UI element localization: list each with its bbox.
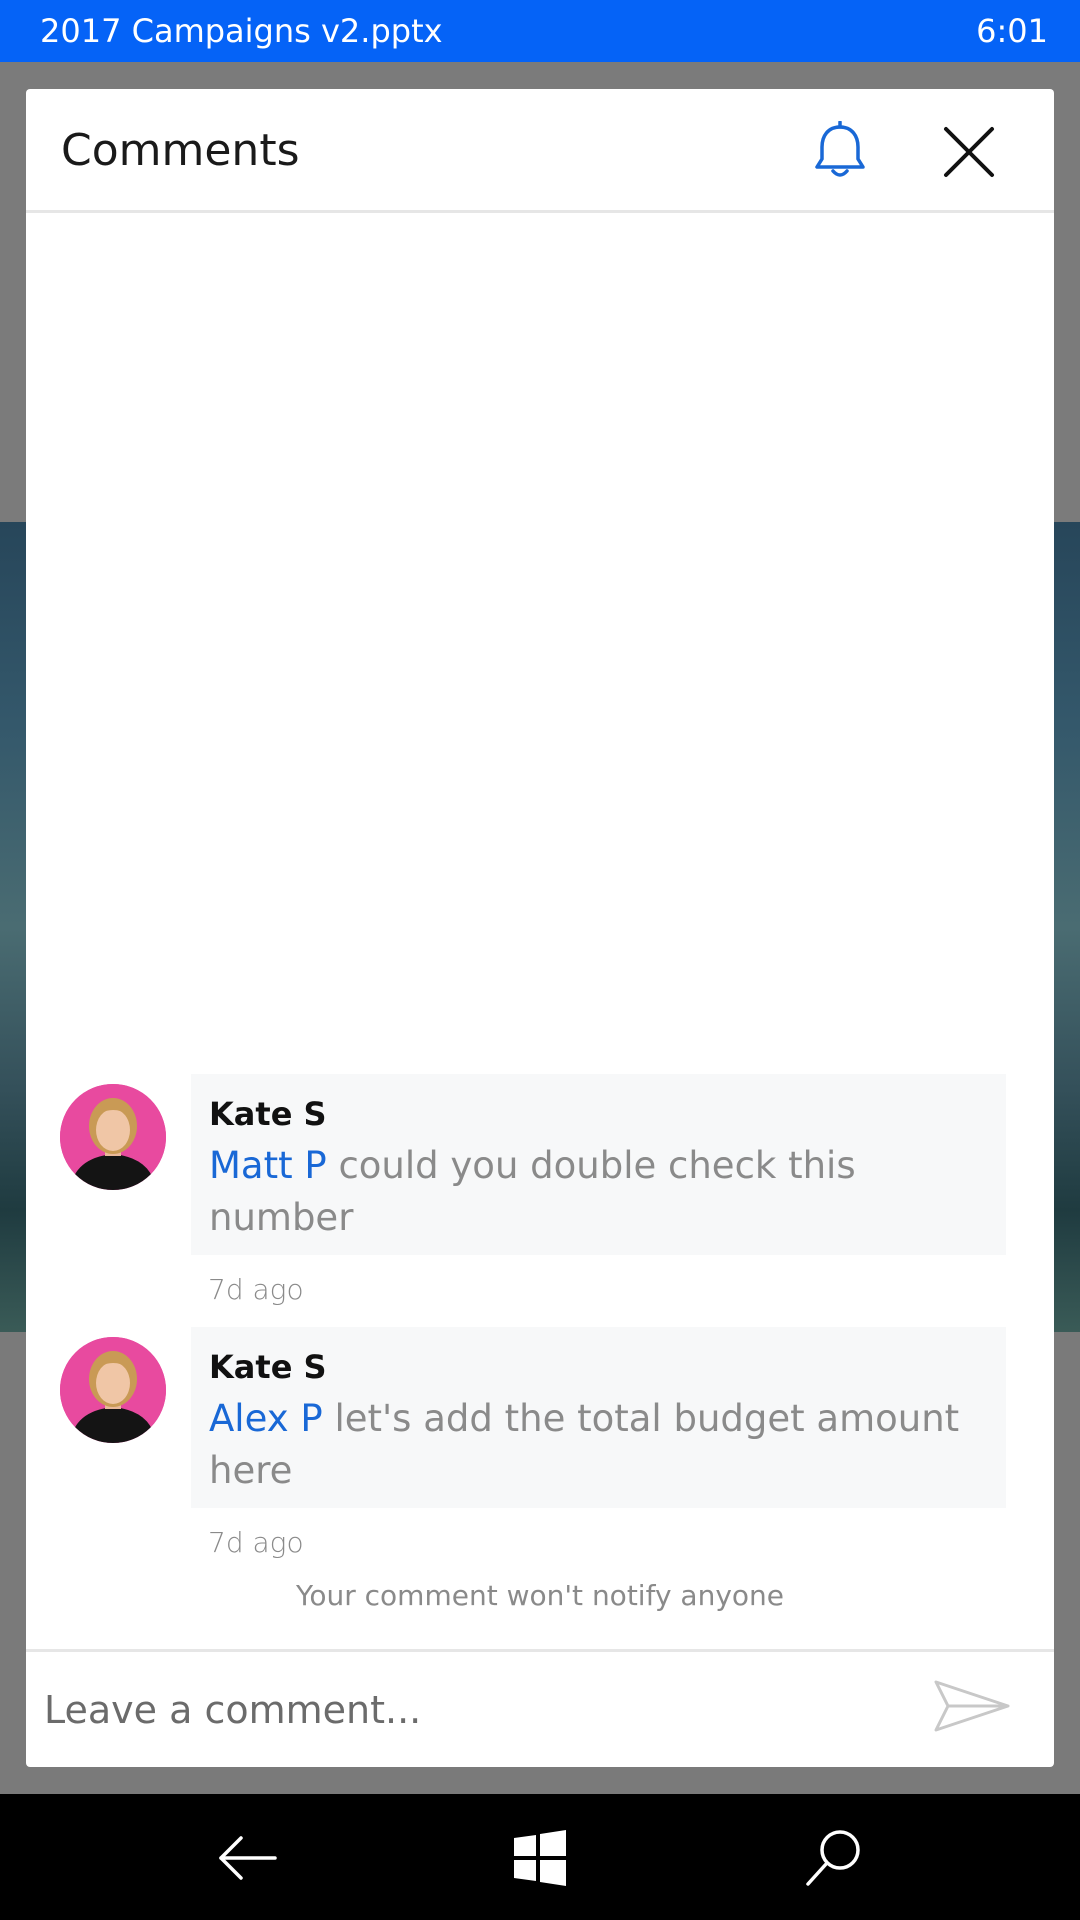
notification-bell-button[interactable]	[812, 120, 868, 181]
close-icon	[944, 127, 994, 177]
notify-note: Your comment won't notify anyone	[295, 1579, 784, 1612]
close-button[interactable]	[942, 125, 996, 179]
mention-link[interactable]: Matt P	[209, 1144, 327, 1187]
avatar	[60, 1337, 166, 1443]
windows-logo-icon	[514, 1830, 566, 1886]
file-title: 2017 Campaigns v2.pptx	[40, 12, 443, 50]
comment-input[interactable]	[44, 1672, 904, 1748]
comment-author: Kate S	[209, 1348, 327, 1386]
comment-bubble: Kate S Matt P could you double check thi…	[191, 1074, 1006, 1255]
panel-title: Comments	[61, 125, 300, 176]
mention-link[interactable]: Alex P	[209, 1397, 323, 1440]
navigation-bar	[0, 1794, 1080, 1920]
comment-composer	[26, 1649, 1054, 1767]
clock: 6:01	[976, 12, 1048, 50]
comment-bubble: Kate S Alex P let's add the total budget…	[191, 1327, 1006, 1508]
avatar	[60, 1084, 166, 1190]
send-icon	[934, 1680, 1010, 1732]
search-icon	[806, 1830, 860, 1886]
back-button[interactable]	[213, 1824, 281, 1892]
status-bar: 2017 Campaigns v2.pptx 6:01	[0, 0, 1080, 62]
comment-timestamp: 7d ago	[208, 1526, 304, 1559]
comment-text: Matt P could you double check this numbe…	[209, 1140, 988, 1244]
search-button[interactable]	[800, 1824, 868, 1892]
home-button[interactable]	[506, 1824, 574, 1892]
comment-timestamp: 7d ago	[208, 1273, 304, 1306]
back-arrow-icon	[219, 1836, 277, 1880]
bell-icon	[815, 120, 865, 177]
comments-panel: Comments Kate S Matt P could you double …	[26, 89, 1054, 1767]
panel-header: Comments	[26, 89, 1054, 213]
comment-author: Kate S	[209, 1095, 327, 1133]
comment-text: Alex P let's add the total budget amount…	[209, 1393, 988, 1497]
send-button[interactable]	[932, 1676, 1012, 1736]
